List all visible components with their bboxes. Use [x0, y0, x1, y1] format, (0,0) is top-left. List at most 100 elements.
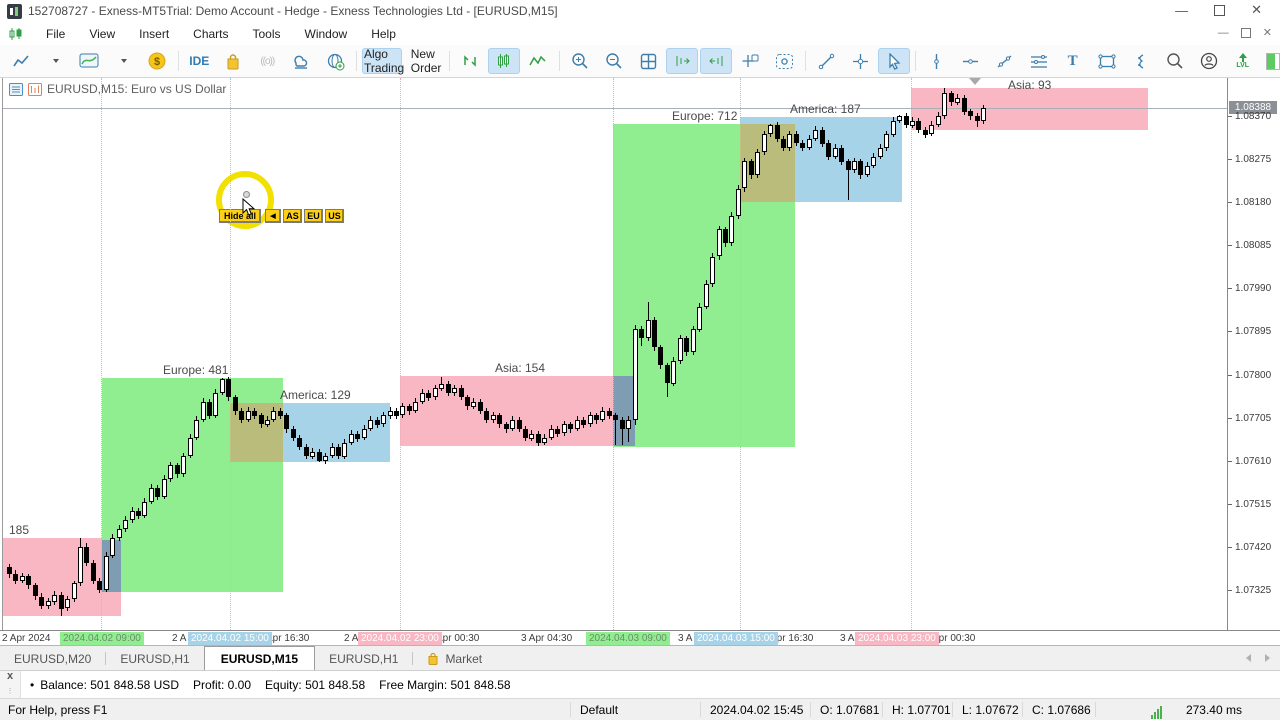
menu-help[interactable]: Help [359, 24, 408, 44]
us-session-button[interactable]: US [325, 209, 344, 223]
candle [871, 157, 876, 166]
horizontal-line-tool[interactable] [955, 48, 987, 74]
profile-button[interactable] [1193, 48, 1225, 74]
auto-scroll-button[interactable] [666, 48, 699, 74]
chart-header: EURUSD,M15: Euro vs US Dollar [9, 82, 226, 96]
objects-more-button[interactable] [1125, 48, 1157, 74]
candle [413, 402, 418, 411]
signals-button[interactable]: ((o)) [251, 48, 283, 74]
deposit-button[interactable]: $ [141, 48, 173, 74]
trendline-tool[interactable] [989, 48, 1021, 74]
candle [162, 479, 167, 497]
candle [742, 161, 747, 188]
account-summary[interactable]: • Balance: 501 848.58 USD Profit: 0.00 E… [30, 678, 519, 692]
vertical-line-tool[interactable] [921, 48, 953, 74]
crosshair-note-button[interactable] [734, 48, 766, 74]
cloud-button[interactable] [285, 48, 317, 74]
candle [568, 424, 573, 429]
ide-button[interactable]: IDE [183, 48, 215, 74]
margin-level-button[interactable]: LVL [1227, 48, 1259, 74]
candle [504, 424, 509, 429]
market-bag-button[interactable] [217, 48, 249, 74]
zoom-in-button[interactable] [564, 48, 596, 74]
candle [117, 529, 122, 538]
close-button[interactable]: ✕ [1251, 2, 1262, 18]
screenshot-button[interactable] [768, 48, 800, 74]
indicators-button[interactable] [73, 48, 105, 74]
europe-session-button[interactable]: EU [304, 209, 323, 223]
candle [491, 415, 496, 420]
profile-name[interactable]: Default [580, 703, 618, 717]
time-label: 3 A [840, 633, 855, 644]
price-axis[interactable]: 1.08388 1.08370 1.08275 1.08180 1.08085 1.07… [1227, 78, 1280, 630]
candle [207, 402, 212, 416]
zoom-out-button[interactable] [598, 48, 630, 74]
child-minimize-button[interactable]: — [1218, 27, 1229, 39]
prev-session-button[interactable]: ◀ [265, 209, 281, 223]
bag-icon [428, 652, 438, 665]
candle [878, 148, 883, 157]
shapes-tool-button[interactable] [1091, 48, 1123, 74]
menu-tools[interactable]: Tools [241, 24, 293, 44]
tab-market[interactable]: Market [413, 646, 496, 671]
line-tool-button[interactable] [810, 48, 842, 74]
ping-value[interactable]: 273.40 ms [1186, 703, 1242, 717]
new-order-button[interactable]: New Order [404, 47, 444, 75]
click-dot [243, 191, 250, 198]
text-tool-button[interactable]: T [1057, 48, 1089, 74]
chart-shift-button[interactable] [700, 48, 733, 74]
ohlc-icon[interactable] [28, 82, 42, 96]
child-close-button[interactable]: ✕ [1263, 26, 1272, 39]
price-tick-label: 1.08085 [1235, 240, 1272, 251]
candle [529, 434, 534, 439]
title-bar[interactable]: 152708727 - Exness-MT5Trial: Demo Accoun… [0, 0, 1280, 22]
time-label: 3 A [678, 633, 693, 644]
toolbox-close-button[interactable]: x [0, 671, 20, 682]
session-start-line [230, 78, 231, 630]
algo-trading-button[interactable]: Algo Trading [361, 47, 404, 75]
indicators-dropdown[interactable] [107, 48, 139, 74]
tab-eurusd-h1[interactable]: EURUSD,H1 [106, 646, 203, 671]
session-label: Asia: 154 [495, 360, 546, 375]
candle [181, 456, 186, 474]
child-restore-button[interactable] [1240, 27, 1251, 38]
channel-tool[interactable] [1023, 48, 1055, 74]
crosshair-tool-button[interactable] [844, 48, 876, 74]
menu-file[interactable]: File [34, 24, 77, 44]
restore-button[interactable] [1214, 4, 1226, 16]
bar-chart-mode-button[interactable] [487, 48, 520, 74]
candle [123, 520, 128, 529]
tab-eurusd-m15[interactable]: EURUSD,M15 [203, 645, 316, 672]
menu-insert[interactable]: Insert [127, 24, 181, 44]
minimize-button[interactable]: — [1175, 3, 1188, 18]
chart-type-button[interactable] [5, 48, 37, 74]
tab-eurusd-h1-2[interactable]: EURUSD,H1 [315, 646, 412, 671]
search-button[interactable] [1159, 48, 1191, 74]
candle [858, 161, 863, 175]
candle [523, 429, 528, 438]
price-tick [1228, 331, 1232, 332]
candle [484, 411, 489, 420]
chart-plot-area[interactable]: EURUSD,M15: Euro vs US Dollar Hide all ◀… [2, 78, 1228, 630]
tabs-scroll-right[interactable] [1265, 654, 1270, 662]
community-button[interactable] [319, 48, 351, 74]
chart-type-dropdown[interactable] [39, 48, 71, 74]
chart-menu-icon[interactable] [9, 82, 23, 96]
time-axis[interactable]: 2 Apr 2024 2 A Apr 16:30 2 A Apr 00:30 3 Apr … [0, 630, 1280, 646]
chart-symbol-icon [8, 27, 24, 41]
candle [581, 420, 586, 425]
asia-session-button[interactable]: AS [283, 209, 302, 223]
toolbox-grip[interactable]: x ⋮ [0, 671, 21, 699]
tab-eurusd-m20[interactable]: EURUSD,M20 [0, 646, 105, 671]
tick-chart-button[interactable] [454, 48, 486, 74]
chevron-down-icon [53, 59, 59, 63]
candle [678, 338, 683, 361]
line-chart-mode-button[interactable] [522, 48, 554, 74]
tabs-scroll-left[interactable] [1246, 654, 1251, 662]
tile-windows-button[interactable] [632, 48, 664, 74]
menu-charts[interactable]: Charts [181, 24, 240, 44]
menu-view[interactable]: View [77, 24, 127, 44]
menu-window[interactable]: Window [293, 24, 360, 44]
candle [936, 116, 941, 125]
cursor-tool-button[interactable] [878, 48, 911, 74]
